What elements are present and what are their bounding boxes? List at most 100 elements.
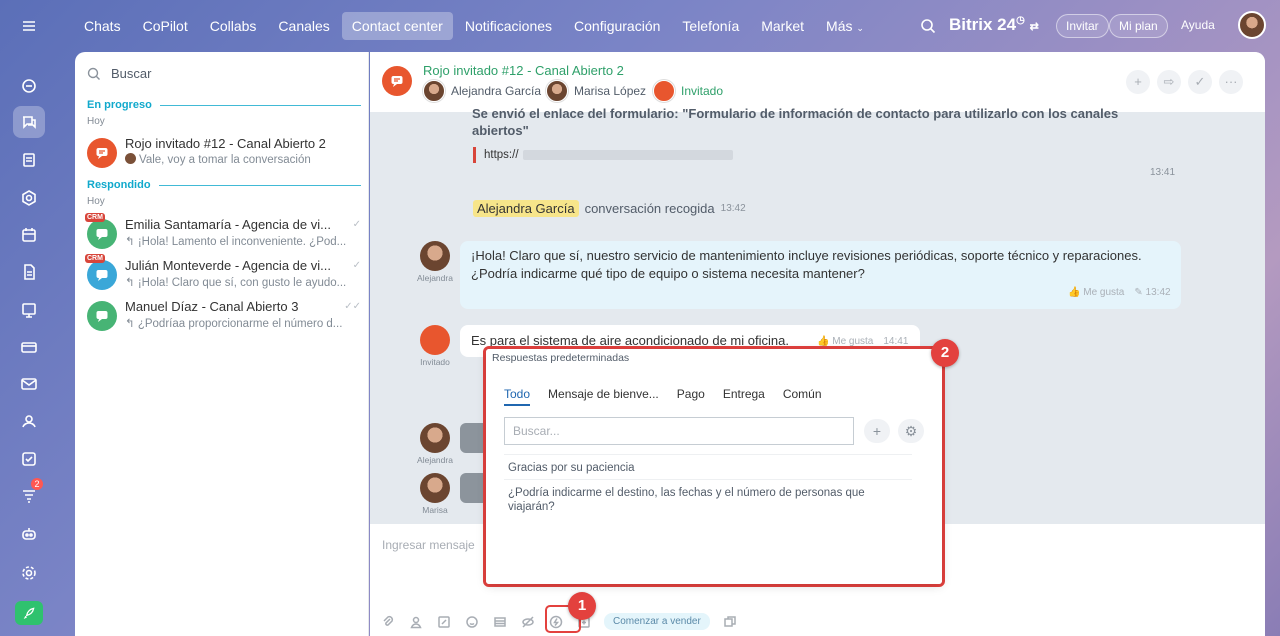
mail-icon[interactable]: [13, 368, 45, 400]
chat-list-panel: Buscar En progreso Hoy Rojo invitado #12…: [75, 52, 369, 636]
nav-market[interactable]: Market: [751, 12, 814, 40]
rocket-icon[interactable]: [15, 601, 43, 625]
contacts-icon[interactable]: [13, 405, 45, 437]
section-date: Hoy: [87, 116, 105, 127]
add-icon[interactable]: +: [864, 419, 890, 443]
nav-telefonia[interactable]: Telefonía: [672, 12, 749, 40]
chat-item-title: Rojo invitado #12 - Canal Abierto 2: [125, 136, 326, 151]
author-avatar[interactable]: [420, 241, 450, 271]
quick-answer-item[interactable]: Gracias por su paciencia: [504, 454, 912, 481]
message-meta: 👍 Me gusta ✎ 13:42: [1068, 287, 1171, 298]
member[interactable]: Invitado: [653, 80, 723, 102]
chat-item-preview: Vale, voy a tomar la conversación: [125, 153, 361, 166]
funnel-icon[interactable]: 2: [13, 478, 45, 512]
start-selling-button[interactable]: Comenzar a vender: [604, 613, 710, 630]
chevron-down-icon: ⌄: [856, 23, 864, 33]
message-bubble[interactable]: ¡Hola! Claro que sí, nuestro servicio de…: [460, 241, 1181, 309]
nav-mas[interactable]: Más ⌄: [816, 12, 874, 40]
nav-collabs[interactable]: Collabs: [200, 12, 267, 40]
board-icon[interactable]: [13, 294, 45, 326]
more-icon[interactable]: ···: [1219, 70, 1243, 94]
nav-notificaciones[interactable]: Notificaciones: [455, 12, 562, 40]
copy-icon[interactable]: [722, 614, 738, 630]
chat-item[interactable]: Manuel Díaz - Canal Abierto 3 ✓✓ ↰ ¿Podr…: [87, 299, 363, 339]
my-plan-button[interactable]: Mi plan: [1109, 14, 1168, 38]
tab-todo[interactable]: Todo: [504, 387, 531, 406]
chat-item[interactable]: CRM Julián Monteverde - Agencia de vi...…: [85, 254, 363, 298]
author-avatar[interactable]: [420, 473, 450, 503]
chat-search-placeholder: Buscar: [111, 66, 152, 81]
reply-icon: ↰: [125, 277, 138, 289]
author-name: Invitado: [420, 357, 450, 367]
chat-item-preview: ↰ ¡Hola! Lamento el inconveniente. ¿Pod.…: [125, 234, 361, 248]
member[interactable]: Alejandra García: [423, 80, 541, 102]
invite-button[interactable]: Invitar: [1056, 14, 1109, 38]
user-icon[interactable]: [408, 614, 424, 630]
form-icon[interactable]: [436, 614, 452, 630]
nav-canales[interactable]: Canales: [268, 12, 339, 40]
menu-icon[interactable]: [13, 10, 45, 42]
chat-search[interactable]: Buscar: [87, 66, 151, 81]
nav-copilot[interactable]: CoPilot: [133, 12, 198, 40]
preview-text: Vale, voy a tomar la conversación: [139, 154, 311, 166]
preview-text: ¡Hola! Claro que sí, con gusto le ayudo.…: [137, 277, 347, 289]
finish-icon[interactable]: ✓: [1188, 70, 1212, 94]
tab-welcome[interactable]: Mensaje de bienve...: [548, 387, 659, 406]
section-title: En progreso: [87, 99, 152, 111]
search-icon[interactable]: [920, 18, 936, 34]
mini-avatar: [125, 153, 136, 164]
section-in-progress: En progreso: [87, 99, 361, 111]
reply-icon: ↰: [125, 318, 138, 330]
chat-item[interactable]: CRM Emilia Santamaría - Agencia de vi...…: [85, 213, 363, 257]
hide-icon[interactable]: [520, 614, 536, 630]
edited-time: ✎ 13:42: [1134, 287, 1171, 298]
card-icon[interactable]: [13, 331, 45, 363]
like-button[interactable]: 👍 Me gusta: [1068, 287, 1124, 298]
brand-logo: Bitrix 24◷ ⇄: [949, 15, 1039, 35]
nav-configuracion[interactable]: Configuración: [564, 12, 670, 40]
calendar-icon[interactable]: [13, 219, 45, 251]
forward-icon[interactable]: ⇨: [1157, 70, 1181, 94]
tab-pago[interactable]: Pago: [677, 387, 705, 406]
nav-chats[interactable]: Chats: [74, 12, 131, 40]
bot-icon[interactable]: [13, 518, 45, 550]
copilot-icon[interactable]: [13, 70, 45, 102]
hexagon-icon[interactable]: [13, 182, 45, 214]
emoji-icon[interactable]: [464, 614, 480, 630]
quick-answer-item[interactable]: ¿Podría indicarme el destino, las fechas…: [504, 479, 912, 520]
form-link[interactable]: https://: [473, 147, 733, 163]
gear-icon[interactable]: ⚙: [898, 419, 924, 443]
author-avatar[interactable]: [420, 423, 450, 453]
document-icon[interactable]: [13, 256, 45, 288]
member[interactable]: Marisa López: [546, 80, 646, 102]
tab-entrega[interactable]: Entrega: [723, 387, 765, 406]
guest-avatar[interactable]: [420, 325, 450, 355]
chat-item[interactable]: Rojo invitado #12 - Canal Abierto 2 Vale…: [87, 136, 363, 176]
message-input[interactable]: Ingresar mensaje: [382, 538, 475, 552]
openline-icon: [87, 138, 117, 168]
clock-icon: ◷: [1016, 15, 1025, 26]
time-label: 13:42: [1145, 287, 1171, 298]
settings-icon[interactable]: [13, 557, 45, 589]
popup-search-input[interactable]: Buscar...: [504, 417, 854, 445]
chat-icon[interactable]: [13, 106, 45, 138]
tab-comun[interactable]: Común: [783, 387, 822, 406]
agent-tag[interactable]: Alejandra García: [473, 200, 579, 217]
author-name: Alejandra: [417, 455, 453, 465]
chat-item-title: Julián Monteverde - Agencia de vi...: [125, 258, 331, 273]
check-icon: ✓: [352, 219, 361, 230]
crm-badge: CRM: [85, 254, 105, 263]
chat-title[interactable]: Rojo invitado #12 - Canal Abierto 2: [423, 63, 624, 78]
quick-answers-popup: Respuestas predeterminadas Todo Mensaje …: [486, 349, 942, 584]
user-avatar[interactable]: [1238, 11, 1266, 39]
template-icon[interactable]: [492, 614, 508, 630]
preview-text: ¿Podríaa proporcionarme el número d...: [137, 318, 343, 330]
tasks-icon[interactable]: [13, 443, 45, 475]
message-text: ¡Hola! Claro que sí, nuestro servicio de…: [471, 248, 1142, 263]
nav-contact-center[interactable]: Contact center: [341, 12, 453, 40]
attach-icon[interactable]: [380, 614, 396, 630]
member-name: Marisa López: [574, 84, 647, 98]
feed-icon[interactable]: [13, 144, 45, 176]
help-button[interactable]: Ayuda: [1172, 14, 1224, 38]
add-icon[interactable]: +: [1126, 70, 1150, 94]
